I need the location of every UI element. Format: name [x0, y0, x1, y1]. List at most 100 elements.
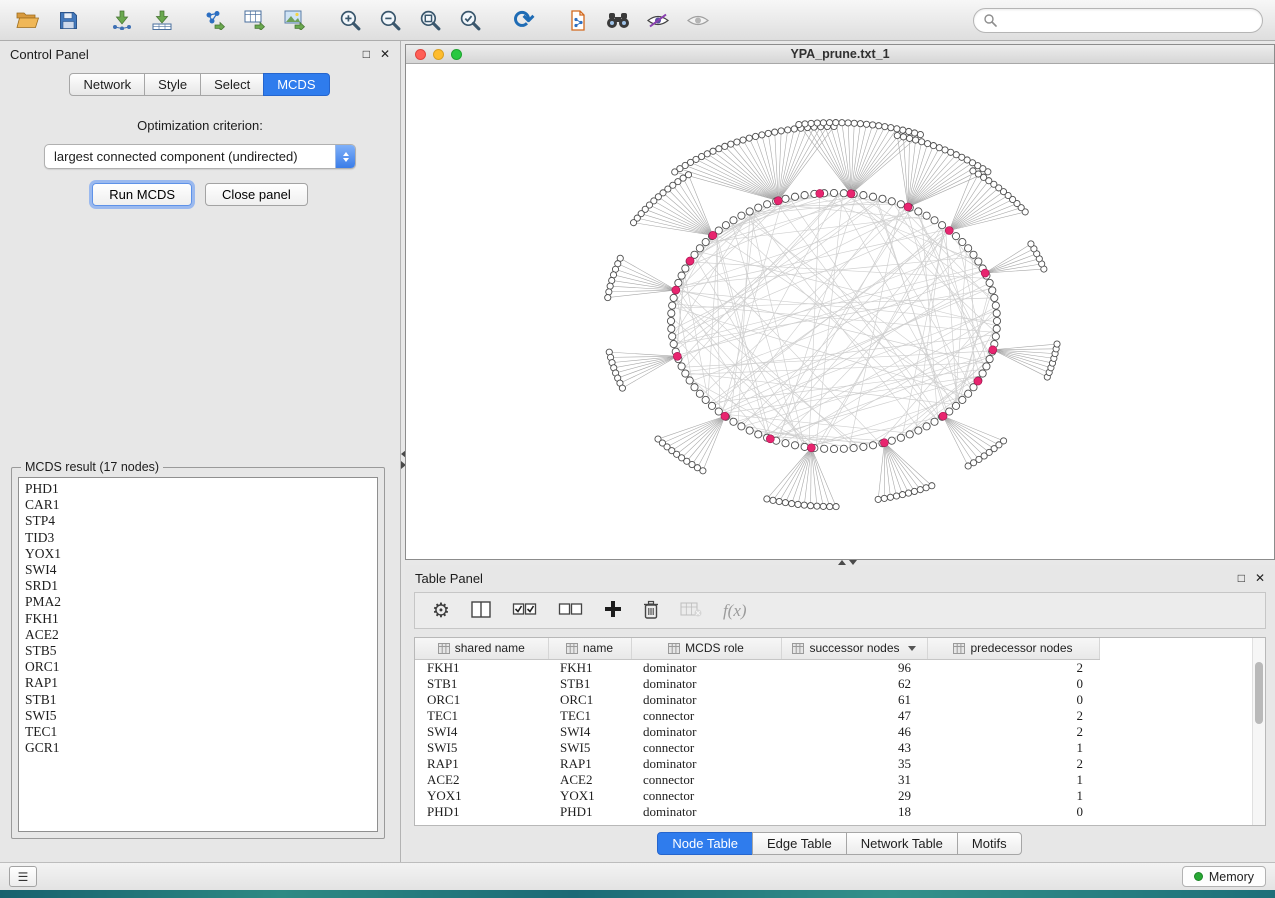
control-panel-title: Control Panel — [10, 47, 89, 62]
table-cell: RAP1 — [548, 756, 631, 772]
hide-graphics-details-icon[interactable] — [642, 5, 674, 35]
table-cell: 96 — [781, 659, 927, 676]
table-cell: FKH1 — [415, 659, 548, 676]
mcds-result-item[interactable]: PMA2 — [25, 594, 371, 610]
zoom-window-light[interactable] — [451, 49, 462, 60]
mcds-result-item[interactable]: SRD1 — [25, 578, 371, 594]
run-mcds-button[interactable]: Run MCDS — [92, 183, 192, 206]
table-cell: 1 — [927, 772, 1099, 788]
status-menu-button[interactable]: ☰ — [9, 866, 37, 887]
table-row[interactable]: TEC1TEC1connector472 — [415, 708, 1099, 724]
menu-icon: ☰ — [18, 870, 29, 884]
close-panel-button[interactable]: Close panel — [205, 183, 308, 206]
table-cell: dominator — [631, 692, 781, 708]
mcds-result-item[interactable]: STP4 — [25, 513, 371, 529]
export-network-icon[interactable] — [200, 5, 232, 35]
table-cell: 2 — [927, 659, 1099, 676]
export-image-icon[interactable] — [280, 5, 312, 35]
import-network-icon[interactable] — [106, 5, 138, 35]
mcds-result-item[interactable]: RAP1 — [25, 675, 371, 691]
float-table-panel-icon[interactable]: □ — [1238, 571, 1245, 585]
tab-network[interactable]: Network — [69, 73, 145, 96]
network-from-document-icon[interactable] — [562, 5, 594, 35]
open-session-icon[interactable] — [12, 5, 44, 35]
tab-mcds[interactable]: MCDS — [263, 73, 329, 96]
import-group — [106, 5, 178, 35]
mcds-result-item[interactable]: GCR1 — [25, 740, 371, 756]
memory-button[interactable]: Memory — [1182, 866, 1266, 887]
show-graphics-details-icon[interactable] — [682, 5, 714, 35]
table-cell: 0 — [927, 804, 1099, 820]
search-network-icon[interactable] — [602, 5, 634, 35]
zoom-out-icon[interactable] — [374, 5, 406, 35]
mcds-result-item[interactable]: STB5 — [25, 643, 371, 659]
zoom-fit-icon[interactable] — [414, 5, 446, 35]
column-header-name[interactable]: name — [548, 638, 631, 659]
table-row[interactable]: ORC1ORC1dominator610 — [415, 692, 1099, 708]
mcds-result-item[interactable]: ACE2 — [25, 627, 371, 643]
float-panel-icon[interactable]: □ — [363, 47, 370, 61]
refresh-view-icon[interactable]: ⟳ — [508, 5, 540, 35]
table-row[interactable]: SWI5SWI5connector431 — [415, 740, 1099, 756]
search-input[interactable] — [1002, 13, 1253, 27]
optimization-criterion-select[interactable]: largest connected component (undirected) — [44, 144, 356, 169]
table-row[interactable]: ACE2ACE2connector311 — [415, 772, 1099, 788]
import-table-icon[interactable] — [146, 5, 178, 35]
column-header-successor-nodes[interactable]: successor nodes — [781, 638, 927, 659]
select-all-columns-icon[interactable] — [512, 601, 537, 620]
sort-descending-icon — [908, 646, 916, 651]
network-window-title: YPA_prune.txt_1 — [790, 47, 889, 61]
close-window-light[interactable] — [415, 49, 426, 60]
table-row[interactable]: YOX1YOX1connector291 — [415, 788, 1099, 804]
delete-column-icon[interactable] — [643, 600, 659, 622]
mcds-result-item[interactable]: ORC1 — [25, 659, 371, 675]
table-cell: SWI4 — [548, 724, 631, 740]
table-cell: ORC1 — [548, 692, 631, 708]
create-column-icon[interactable] — [604, 600, 622, 621]
show-columns-icon[interactable] — [471, 601, 491, 621]
column-header-shared-name[interactable]: shared name — [415, 638, 548, 659]
table-cell: dominator — [631, 804, 781, 820]
optimization-criterion-label: Optimization criterion: — [0, 118, 400, 133]
mcds-result-item[interactable]: TID3 — [25, 530, 371, 546]
network-window-titlebar[interactable]: YPA_prune.txt_1 — [406, 45, 1274, 64]
table-cell: SWI5 — [415, 740, 548, 756]
table-cell: SWI4 — [415, 724, 548, 740]
tab-edge-table[interactable]: Edge Table — [752, 832, 847, 855]
search-box[interactable] — [973, 8, 1263, 33]
save-session-icon[interactable] — [52, 5, 84, 35]
mcds-result-item[interactable]: PHD1 — [25, 481, 371, 497]
tab-network-table[interactable]: Network Table — [846, 832, 958, 855]
mcds-result-item[interactable]: SWI4 — [25, 562, 371, 578]
mcds-result-item[interactable]: STB1 — [25, 692, 371, 708]
tab-motifs[interactable]: Motifs — [957, 832, 1022, 855]
table-scrollbar-thumb[interactable] — [1255, 662, 1263, 724]
export-table-icon[interactable] — [240, 5, 272, 35]
zoom-in-icon[interactable] — [334, 5, 366, 35]
minimize-window-light[interactable] — [433, 49, 444, 60]
close-panel-icon[interactable]: ✕ — [380, 47, 390, 61]
mcds-result-item[interactable]: YOX1 — [25, 546, 371, 562]
table-row[interactable]: SWI4SWI4dominator462 — [415, 724, 1099, 740]
export-group — [200, 5, 312, 35]
table-settings-icon[interactable]: ⚙︎ — [432, 598, 450, 623]
close-table-panel-icon[interactable]: ✕ — [1255, 571, 1265, 585]
table-row[interactable]: STB1STB1dominator620 — [415, 676, 1099, 692]
network-canvas[interactable] — [406, 65, 1274, 559]
mcds-result-list[interactable]: PHD1CAR1STP4TID3YOX1SWI4SRD1PMA2FKH1ACE2… — [18, 477, 378, 832]
mcds-result-item[interactable]: CAR1 — [25, 497, 371, 513]
mcds-result-item[interactable]: TEC1 — [25, 724, 371, 740]
tab-select[interactable]: Select — [200, 73, 264, 96]
table-row[interactable]: RAP1RAP1dominator352 — [415, 756, 1099, 772]
zoom-selected-icon[interactable] — [454, 5, 486, 35]
table-row[interactable]: PHD1PHD1dominator180 — [415, 804, 1099, 820]
tab-style[interactable]: Style — [144, 73, 201, 96]
column-header-mcds-role[interactable]: MCDS role — [631, 638, 781, 659]
mcds-result-item[interactable]: SWI5 — [25, 708, 371, 724]
mcds-result-item[interactable]: FKH1 — [25, 611, 371, 627]
column-header-predecessor-nodes[interactable]: predecessor nodes — [927, 638, 1099, 659]
deselect-all-columns-icon[interactable] — [558, 601, 583, 620]
tab-node-table[interactable]: Node Table — [657, 832, 753, 855]
table-scrollbar[interactable] — [1252, 638, 1265, 825]
table-row[interactable]: FKH1FKH1dominator962 — [415, 659, 1099, 676]
